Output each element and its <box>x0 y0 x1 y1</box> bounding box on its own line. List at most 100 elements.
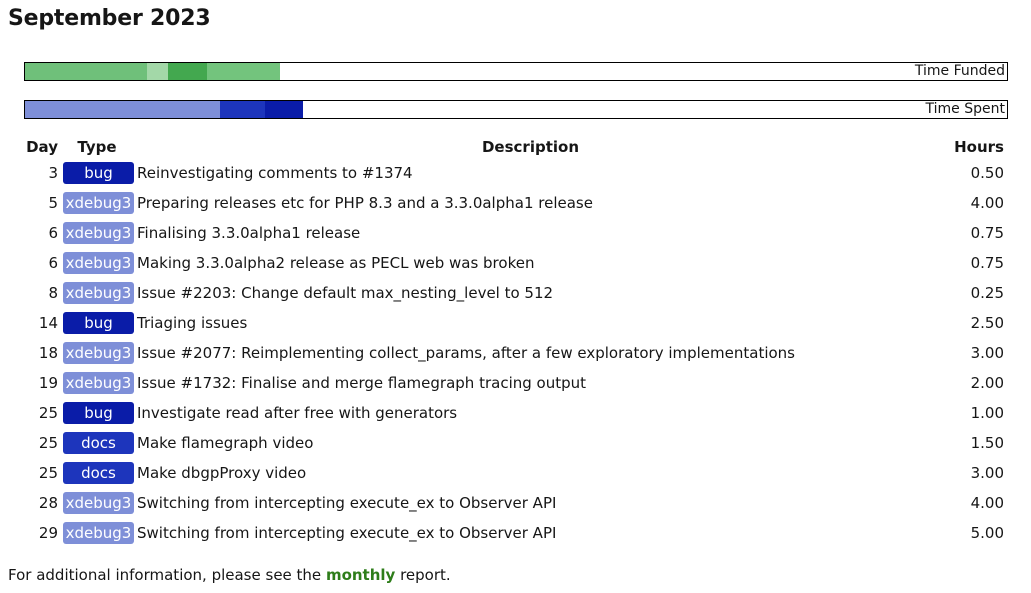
row-hours: 3.00 <box>970 344 1004 362</box>
table-row: 6 xdebug3 Making 3.3.0alpha2 release as PE… <box>24 248 1008 278</box>
type-badge: bug <box>63 312 134 334</box>
row-type: xdebug3 <box>60 518 134 548</box>
type-badge: bug <box>63 402 134 424</box>
row-day: 19 <box>38 374 58 392</box>
header-hours: Hours <box>954 138 1004 156</box>
row-day: 6 <box>48 254 58 272</box>
funded-segment <box>207 63 280 80</box>
row-hours: 0.75 <box>970 254 1004 272</box>
type-badge: xdebug3 <box>63 492 134 514</box>
table-row: 28 xdebug3 Switching from intercepting exe… <box>24 488 1008 518</box>
type-badge: xdebug3 <box>63 372 134 394</box>
type-badge: xdebug3 <box>63 522 134 544</box>
table-row: 5 xdebug3 Preparing releases etc for PHP 8… <box>24 188 1008 218</box>
row-hours: 3.00 <box>970 464 1004 482</box>
funded-segment <box>168 63 207 80</box>
type-badge: xdebug3 <box>63 192 134 214</box>
row-description: Making 3.3.0alpha2 release as PECL web w… <box>137 254 535 272</box>
row-type: xdebug3 <box>60 248 134 278</box>
row-description: Finalising 3.3.0alpha1 release <box>137 224 361 242</box>
row-day: 29 <box>38 524 58 542</box>
table-body: 3 bug Reinvestigating comments to #1374 0.5… <box>24 158 1008 548</box>
row-hours: 4.00 <box>970 194 1004 212</box>
row-type: docs <box>60 458 134 488</box>
funded-segment <box>25 63 147 80</box>
row-hours: 0.75 <box>970 224 1004 242</box>
table-row: 14 bug Triaging issues 2.50 <box>24 308 1008 338</box>
row-hours: 0.50 <box>970 164 1004 182</box>
row-description: Reinvestigating comments to #1374 <box>137 164 413 182</box>
row-day: 6 <box>48 224 58 242</box>
row-description: Switching from intercepting execute_ex t… <box>137 524 557 542</box>
row-description: Triaging issues <box>137 314 248 332</box>
row-type: xdebug3 <box>60 338 134 368</box>
row-description: Issue #2077: Reimplementing collect_para… <box>137 344 796 362</box>
type-badge: bug <box>63 162 134 184</box>
type-badge: xdebug3 <box>63 282 134 304</box>
row-type: xdebug3 <box>60 368 134 398</box>
header-description: Description <box>481 138 580 156</box>
row-type: bug <box>60 158 134 188</box>
row-hours: 0.25 <box>970 284 1004 302</box>
row-type: xdebug3 <box>60 188 134 218</box>
row-description: Investigate read after free with generat… <box>137 404 458 422</box>
row-day: 5 <box>48 194 58 212</box>
row-hours: 5.00 <box>970 524 1004 542</box>
row-type: xdebug3 <box>60 488 134 518</box>
table-row: 6 xdebug3 Finalising 3.3.0alpha1 release 0.… <box>24 218 1008 248</box>
row-description: Issue #2203: Change default max_nesting_… <box>137 284 554 302</box>
time-funded-label: Time Funded <box>914 63 1005 79</box>
table-row: 29 xdebug3 Switching from intercepting exe… <box>24 518 1008 548</box>
row-description: Make flamegraph video <box>137 434 314 452</box>
row-type: docs <box>60 428 134 458</box>
row-day: 25 <box>38 404 58 422</box>
row-description: Make dbgpProxy video <box>137 464 307 482</box>
table-row: 25 docs Make dbgpProxy video 3.00 <box>24 458 1008 488</box>
time-funded-segments <box>25 63 280 80</box>
row-day: 25 <box>38 434 58 452</box>
time-spent-segments <box>25 101 303 118</box>
type-badge: docs <box>63 432 134 454</box>
row-hours: 1.50 <box>970 434 1004 452</box>
table-header-row: Day Type Description Hours <box>24 136 1008 158</box>
table-row: 18 xdebug3 Issue #2077: Reimplementing col… <box>24 338 1008 368</box>
header-type: Type <box>77 138 117 156</box>
row-day: 25 <box>38 464 58 482</box>
row-type: xdebug3 <box>60 218 134 248</box>
row-description: Switching from intercepting execute_ex t… <box>137 494 557 512</box>
row-type: bug <box>60 398 134 428</box>
row-day: 18 <box>38 344 58 362</box>
row-hours: 4.00 <box>970 494 1004 512</box>
table-row: 19 xdebug3 Issue #1732: Finalise and merge… <box>24 368 1008 398</box>
row-day: 28 <box>38 494 58 512</box>
footer-note: For additional information, please see t… <box>8 566 451 584</box>
monthly-report-link[interactable]: monthly <box>326 566 395 584</box>
row-day: 8 <box>48 284 58 302</box>
table-row: 3 bug Reinvestigating comments to #1374 0.5… <box>24 158 1008 188</box>
row-day: 14 <box>38 314 58 332</box>
type-badge: docs <box>63 462 134 484</box>
row-type: bug <box>60 308 134 338</box>
row-description: Preparing releases etc for PHP 8.3 and a… <box>137 194 593 212</box>
row-day: 3 <box>48 164 58 182</box>
spent-segment <box>265 101 303 118</box>
row-description: Issue #1732: Finalise and merge flamegra… <box>137 374 587 392</box>
time-funded-bar: Time Funded <box>24 62 1008 81</box>
type-badge: xdebug3 <box>63 222 134 244</box>
time-spent-label: Time Spent <box>925 101 1005 117</box>
row-hours: 2.50 <box>970 314 1004 332</box>
table-row: 25 bug Investigate read after free with ge… <box>24 398 1008 428</box>
table-row: 8 xdebug3 Issue #2203: Change default max_… <box>24 278 1008 308</box>
row-hours: 1.00 <box>970 404 1004 422</box>
row-type: xdebug3 <box>60 278 134 308</box>
header-day: Day <box>26 138 58 156</box>
page-title: September 2023 <box>8 6 211 31</box>
time-spent-bar: Time Spent <box>24 100 1008 119</box>
time-entries-table: Day Type Description Hours 3 bug Reinvesti… <box>24 136 1008 548</box>
type-badge: xdebug3 <box>63 342 134 364</box>
footer-prefix: For additional information, please see t… <box>8 566 326 584</box>
type-badge: xdebug3 <box>63 252 134 274</box>
table-row: 25 docs Make flamegraph video 1.50 <box>24 428 1008 458</box>
spent-segment <box>220 101 265 118</box>
row-hours: 2.00 <box>970 374 1004 392</box>
